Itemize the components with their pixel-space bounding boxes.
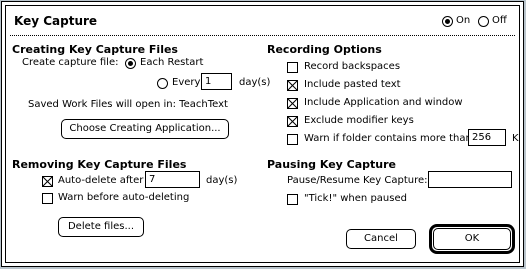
every-radio[interactable] xyxy=(157,78,168,89)
include-app-window-checkbox[interactable] xyxy=(287,98,298,109)
record-backspaces-checkbox[interactable] xyxy=(287,62,298,73)
warn-auto-delete-label: Warn before auto-deleting xyxy=(58,192,190,203)
title-separator xyxy=(10,35,515,36)
removing-heading: Removing Key Capture Files xyxy=(12,158,187,171)
tick-when-paused-label: "Tick!" when paused xyxy=(304,193,407,204)
warn-folder-size-label: Warn if folder contains more than xyxy=(304,133,472,144)
each-restart-radio[interactable] xyxy=(125,58,136,69)
recording-heading: Recording Options xyxy=(267,43,382,56)
off-radio[interactable] xyxy=(478,16,489,27)
include-pasted-checkbox[interactable] xyxy=(287,80,298,91)
warn-folder-size-checkbox[interactable] xyxy=(287,134,298,145)
pausing-heading: Pausing Key Capture xyxy=(267,158,397,171)
auto-delete-days-field[interactable]: 7 xyxy=(145,171,200,188)
pause-resume-field[interactable] xyxy=(428,171,512,188)
every-days-field[interactable]: 1 xyxy=(201,73,232,90)
off-label: Off xyxy=(492,15,507,26)
auto-delete-checkbox[interactable] xyxy=(42,176,53,187)
auto-delete-label: Auto-delete after xyxy=(58,175,144,186)
saved-work-label: Saved Work Files will open in: TeachText xyxy=(28,99,228,110)
pause-resume-label: Pause/Resume Key Capture: xyxy=(287,175,428,186)
every-days-unit: day(s) xyxy=(239,77,271,88)
cancel-button[interactable]: Cancel xyxy=(346,229,416,249)
include-app-window-label: Include Application and window xyxy=(304,97,463,108)
dialog-content: Key Capture On Off Creating Key Capture … xyxy=(5,5,520,263)
warn-folder-size-unit: K xyxy=(512,133,519,144)
record-backspaces-label: Record backspaces xyxy=(304,61,401,72)
each-restart-label: Each Restart xyxy=(140,57,204,68)
choose-application-button[interactable]: Choose Creating Application... xyxy=(61,119,229,139)
auto-delete-days-unit: day(s) xyxy=(206,175,238,186)
every-label: Every xyxy=(172,77,201,88)
on-radio[interactable] xyxy=(442,16,453,27)
warn-folder-size-field[interactable]: 256 xyxy=(468,129,506,146)
delete-files-button[interactable]: Delete files... xyxy=(58,217,144,237)
dialog-title: Key Capture xyxy=(14,14,98,28)
exclude-modifier-label: Exclude modifier keys xyxy=(304,115,414,126)
include-pasted-label: Include pasted text xyxy=(304,79,401,90)
tick-when-paused-checkbox[interactable] xyxy=(287,194,298,205)
creating-heading: Creating Key Capture Files xyxy=(12,43,178,56)
create-file-label: Create capture file: xyxy=(22,57,119,68)
warn-auto-delete-checkbox[interactable] xyxy=(42,193,53,204)
dialog-window: Key Capture On Off Creating Key Capture … xyxy=(1,1,524,267)
on-label: On xyxy=(456,15,471,26)
exclude-modifier-checkbox[interactable] xyxy=(287,116,298,127)
ok-button[interactable]: OK xyxy=(433,228,511,250)
